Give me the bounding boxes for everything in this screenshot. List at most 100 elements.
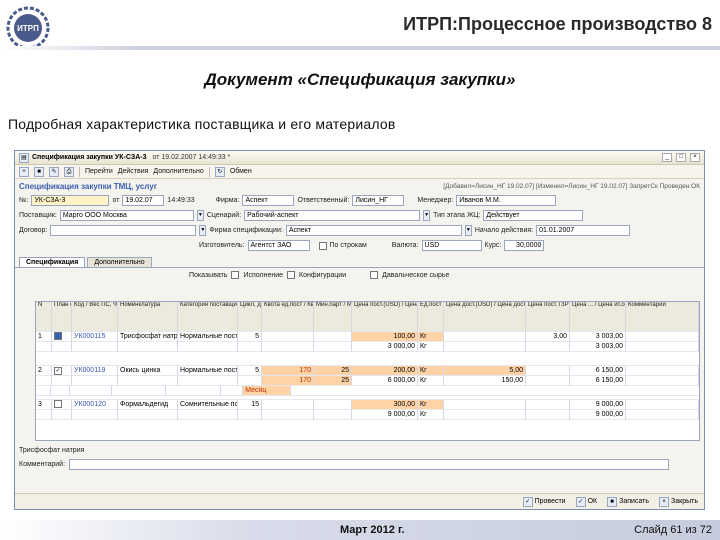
col-total[interactable]: Цена ... / Цена ит.сеч. bbox=[570, 302, 626, 332]
execution-checkbox[interactable] bbox=[231, 271, 240, 279]
refresh-icon[interactable]: ↻ bbox=[214, 166, 225, 177]
col-comment[interactable]: Комментарий bbox=[626, 302, 699, 332]
responsible-field[interactable]: Лисин_НГ bbox=[352, 195, 405, 206]
comment-field[interactable] bbox=[69, 458, 670, 470]
tolling-checkbox[interactable] bbox=[370, 271, 379, 279]
chevron-down-icon[interactable]: ▼ bbox=[196, 210, 204, 221]
date-field[interactable]: 19.02.07 bbox=[122, 195, 165, 206]
save-button[interactable]: ■ Записать bbox=[607, 496, 649, 507]
quota bbox=[262, 332, 314, 342]
manager-field[interactable]: Иванов М.М. bbox=[456, 195, 557, 206]
post-button[interactable]: ✓ Провести bbox=[522, 496, 566, 507]
save-icon[interactable]: ■ bbox=[34, 166, 44, 177]
post-label: Провести bbox=[534, 498, 566, 505]
new-icon[interactable]: + bbox=[19, 166, 29, 177]
min-batch: 25 bbox=[314, 366, 352, 376]
from-label: от bbox=[112, 197, 120, 204]
chevron-down-icon[interactable]: ▼ bbox=[423, 210, 431, 221]
window-buttons: ✓ Провести ✓ ОК ■ Записать × Закрыть bbox=[15, 493, 704, 509]
close-icon: × bbox=[659, 496, 670, 507]
go-menu[interactable]: Перейти bbox=[85, 168, 113, 175]
chevron-down-icon[interactable]: ▼ bbox=[464, 225, 472, 236]
exchange-button[interactable]: Обмен bbox=[230, 168, 252, 175]
save-icon: ■ bbox=[607, 496, 618, 507]
col-item[interactable]: Номенклатура bbox=[118, 302, 178, 332]
col-minbatch[interactable]: Мин.парт / Мин.парт хран bbox=[314, 302, 352, 332]
grid-toolbar: Показывать Исполнение Конфигурации Давал… bbox=[15, 268, 704, 282]
min-batch bbox=[314, 400, 352, 410]
delivery-usd: 5,00 bbox=[444, 366, 526, 376]
footer-date: Март 2012 г. bbox=[340, 524, 405, 536]
col-quota[interactable]: Квота ед.пост / Квота ед.хран / Период bbox=[262, 302, 314, 332]
minimize-icon[interactable]: _ bbox=[662, 153, 672, 162]
actions-menu[interactable]: Действия bbox=[118, 168, 149, 175]
execution-label: Исполнение bbox=[243, 271, 284, 279]
spec-firm-label: Фирма спецификации: bbox=[209, 227, 283, 234]
total-price-2: 9 000,00 bbox=[570, 410, 626, 420]
currency-field[interactable]: USD bbox=[421, 240, 482, 251]
col-unit[interactable]: Ед.пост / Ед.хран bbox=[418, 302, 444, 332]
grid-header: N План сб Код / Вес ПС, % Номенклатура К… bbox=[36, 302, 699, 332]
plan-checkbox[interactable] bbox=[52, 332, 72, 342]
number-label: №: bbox=[19, 197, 29, 204]
col-cycle[interactable]: Цикл, дни bbox=[238, 302, 262, 332]
selected-item-row: Трисфосфат натрия bbox=[15, 443, 704, 457]
col-category[interactable]: Категория поставщика bbox=[178, 302, 238, 332]
tab-specification[interactable]: Спецификация bbox=[19, 257, 86, 267]
stage-field[interactable]: Действует bbox=[483, 210, 584, 221]
contract-field[interactable] bbox=[50, 225, 197, 236]
logo-text: ИТРП bbox=[17, 24, 39, 33]
close-icon[interactable]: × bbox=[690, 153, 700, 162]
item-name: Формальдегид bbox=[118, 400, 178, 410]
print-icon[interactable]: ⎙ bbox=[64, 166, 74, 177]
tzr-price bbox=[526, 400, 570, 410]
start-date-field[interactable]: 01.01.2007 bbox=[536, 225, 631, 236]
number-field[interactable]: УК-СЗА-3 bbox=[31, 195, 110, 206]
rate-field[interactable]: 30,0000 bbox=[504, 240, 545, 251]
item-code[interactable]: УК000115 bbox=[72, 332, 118, 342]
maximize-icon[interactable]: □ bbox=[676, 153, 686, 162]
edit-icon[interactable]: ✎ bbox=[49, 166, 59, 177]
col-plan[interactable]: План сб bbox=[52, 302, 72, 332]
row-number: 2 bbox=[36, 366, 52, 376]
title-divider bbox=[0, 46, 720, 50]
currency-label: Валюта: bbox=[391, 242, 419, 249]
plan-checkbox[interactable]: ✓ bbox=[52, 366, 72, 376]
form-title: Спецификация закупки ТМЦ, услуг bbox=[19, 181, 158, 191]
maker-field[interactable]: Агентст ЗАО bbox=[247, 240, 310, 251]
spec-firm-field[interactable]: Аспект bbox=[285, 225, 462, 236]
total-price-2: 6 150,00 bbox=[570, 376, 626, 386]
col-tzr[interactable]: Цена пост.ТЗР (РУБ) bbox=[526, 302, 570, 332]
col-price[interactable]: Цена пост.(USD) / Цена (РУБ) bbox=[352, 302, 418, 332]
plan-checkbox[interactable] bbox=[52, 400, 72, 410]
form-row-2: Поставщик: Марго ООО Москва ▼ Сценарий: … bbox=[15, 208, 704, 223]
delivery-rub: 150,00 bbox=[444, 376, 526, 386]
cycle-days: 5 bbox=[238, 332, 262, 342]
table-row[interactable]: 2 ✓ УК000119 Окись цинка Нормальные пост… bbox=[36, 366, 699, 400]
chevron-down-icon[interactable]: ▼ bbox=[199, 225, 207, 236]
spec-grid: N План сб Код / Вес ПС, % Номенклатура К… bbox=[35, 301, 700, 441]
close-button[interactable]: × Закрыть bbox=[659, 496, 698, 507]
table-row[interactable]: 1 УК000115 Трисфосфат натрия Нормальные … bbox=[36, 332, 699, 366]
comment bbox=[626, 332, 699, 342]
configs-checkbox[interactable] bbox=[287, 271, 296, 279]
supplier-category: Нормальные поставщики bbox=[178, 332, 238, 342]
item-code[interactable]: УК000119 bbox=[72, 366, 118, 376]
cycle-days: 5 bbox=[238, 366, 262, 376]
itrp-logo: ИТРП bbox=[6, 6, 50, 50]
extra-menu[interactable]: Дополнительно bbox=[153, 168, 203, 175]
col-n[interactable]: N bbox=[36, 302, 52, 332]
col-delivery[interactable]: Цена дост.(USD) / Цена дост.сч.(РУБ) bbox=[444, 302, 526, 332]
unit-store: Кг bbox=[418, 410, 444, 420]
supplier-field[interactable]: Марго ООО Москва bbox=[59, 210, 194, 221]
by-lines-checkbox[interactable] bbox=[318, 241, 327, 250]
table-row[interactable]: 3 УК000120 Формальдегид Сомнительные пос… bbox=[36, 400, 699, 420]
window-timestamp: от 19.02.2007 14:49:33 * bbox=[152, 154, 231, 161]
scenario-field[interactable]: Рабочий-аспект bbox=[244, 210, 421, 221]
col-code[interactable]: Код / Вес ПС, % bbox=[72, 302, 118, 332]
form-row-1: №: УК-СЗА-3 от 19.02.07 14:49:33 Фирма: … bbox=[15, 193, 704, 208]
ok-button[interactable]: ✓ ОК bbox=[575, 496, 597, 507]
firm-field[interactable]: Аспект bbox=[242, 195, 295, 206]
tab-additional[interactable]: Дополнительно bbox=[87, 257, 152, 267]
item-code[interactable]: УК000120 bbox=[72, 400, 118, 410]
